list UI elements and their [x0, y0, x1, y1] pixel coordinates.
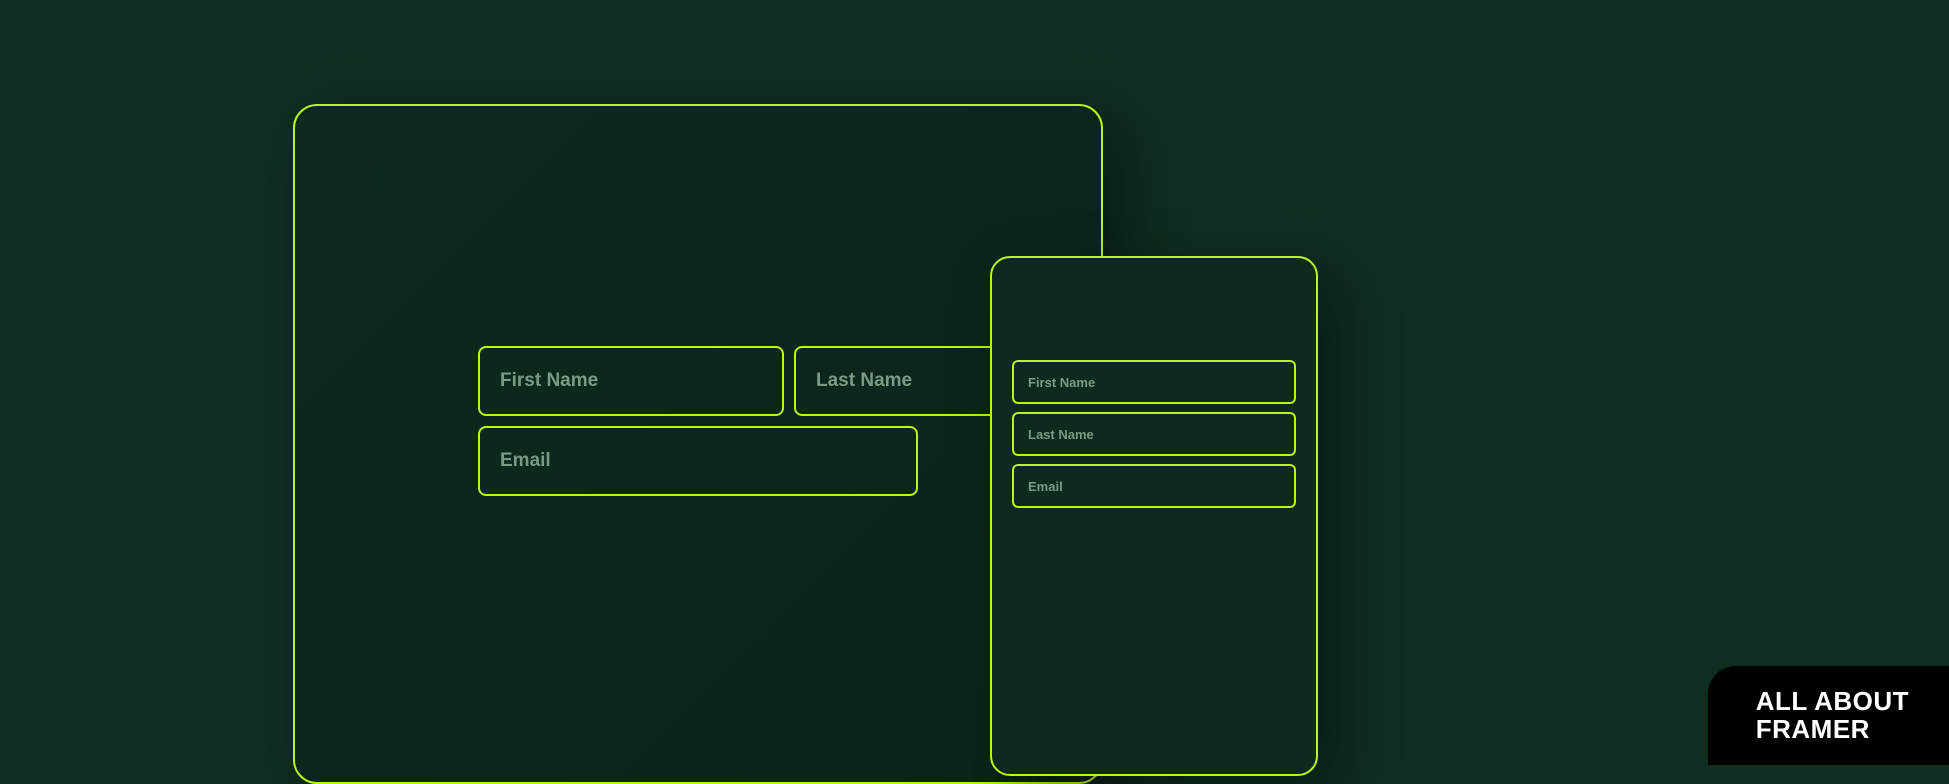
brand-text: ALL ABOUT FRAMER — [1756, 688, 1909, 743]
brand-line-2: FRAMER — [1756, 716, 1909, 743]
mobile-email-input[interactable] — [1012, 464, 1296, 508]
mobile-device-frame — [990, 256, 1318, 776]
brand-badge: ALL ABOUT FRAMER — [1708, 666, 1949, 765]
brand-line-1: ALL ABOUT — [1756, 688, 1909, 715]
mobile-first-name-input[interactable] — [1012, 360, 1296, 404]
desktop-form — [478, 346, 918, 496]
email-input[interactable] — [478, 426, 918, 496]
mobile-form — [1012, 360, 1296, 508]
desktop-device-frame — [293, 104, 1103, 784]
mobile-last-name-input[interactable] — [1012, 412, 1296, 456]
first-name-input[interactable] — [478, 346, 784, 416]
form-row-names — [478, 346, 918, 416]
